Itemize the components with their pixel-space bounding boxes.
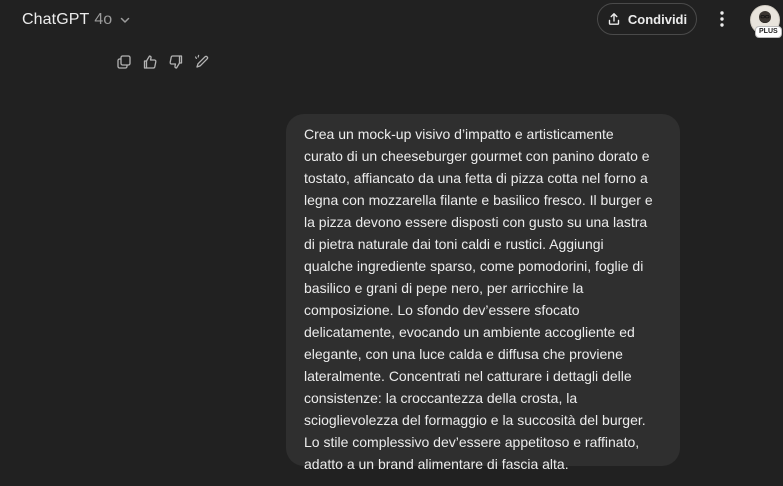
share-icon [607, 12, 621, 26]
share-label: Condividi [627, 11, 688, 27]
share-button[interactable]: Condividi [597, 3, 697, 35]
thumbs-down-button[interactable] [166, 52, 186, 72]
thumbs-up-icon [142, 54, 158, 70]
chevron-down-icon [119, 14, 131, 26]
avatar[interactable]: PLUS [750, 5, 782, 38]
user-message-text: Crea un mock-up visivo d’impatto e artis… [304, 126, 653, 472]
user-message-bubble: Crea un mock-up visivo d’impatto e artis… [286, 114, 680, 472]
model-name: ChatGPT [22, 11, 90, 28]
copy-button[interactable] [114, 52, 134, 72]
plus-badge: PLUS [755, 26, 782, 38]
chat-page: ChatGPT 4o Condividi PLUS Crea un mock-u… [0, 0, 783, 486]
thumbs-down-icon [168, 54, 184, 70]
top-bar: ChatGPT 4o Condividi PLUS [0, 0, 783, 40]
copy-icon [116, 54, 132, 70]
thumbs-up-button[interactable] [140, 52, 160, 72]
more-options-button[interactable] [710, 7, 734, 31]
model-version: 4o [94, 11, 113, 28]
edit-icon [194, 54, 210, 70]
message-actions [114, 52, 212, 72]
model-switcher[interactable]: ChatGPT 4o [14, 8, 139, 32]
edit-button[interactable] [192, 52, 212, 72]
kebab-menu-icon [719, 10, 725, 28]
